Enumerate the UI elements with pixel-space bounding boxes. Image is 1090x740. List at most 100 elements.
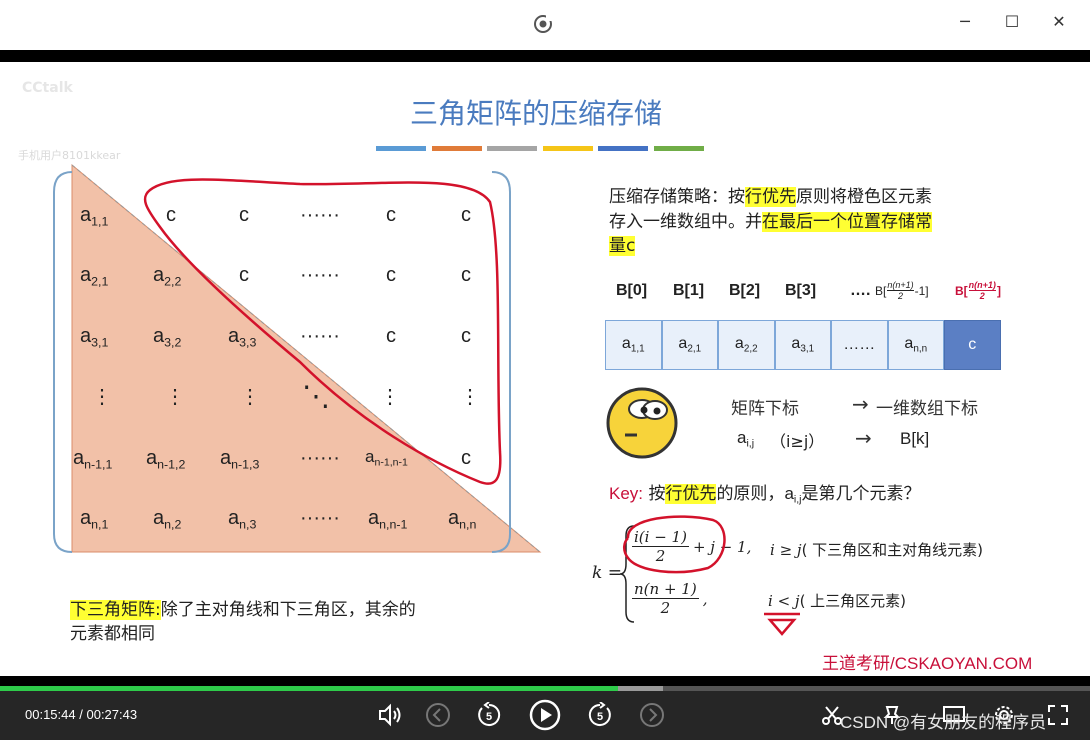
- mapping-arrow-icon: →: [852, 392, 869, 416]
- matrix-cell: c: [461, 204, 471, 226]
- play-icon: [529, 699, 561, 731]
- player-controls: 00:15:44 / 00:27:43 5 5 CSDN @有女朋友的程序员: [0, 691, 1090, 740]
- svg-text:5: 5: [597, 711, 603, 723]
- array-cell: a2,2: [718, 320, 775, 370]
- matrix-cell: an,3: [228, 507, 257, 532]
- matrix-cell: an-1,2: [146, 447, 186, 472]
- lower-triangle-note: 下三角矩阵:除了主对角线和下三角区，其余的: [70, 600, 416, 620]
- video-letterbox-bottom: [0, 676, 1090, 686]
- matrix-cell: c: [239, 264, 249, 286]
- next-button[interactable]: [638, 701, 666, 729]
- previous-button[interactable]: [424, 701, 452, 729]
- chevron-left-icon: [426, 703, 450, 727]
- array-header: B[3]: [785, 282, 817, 299]
- total-time: 00:27:43: [86, 707, 138, 722]
- array-cell: an,n: [887, 320, 944, 370]
- array-cell: a3,1: [774, 320, 831, 370]
- red-underline-mark: [764, 612, 800, 636]
- matrix-cell: ⋮: [460, 386, 480, 408]
- matrix-cell: a1,1: [80, 204, 109, 229]
- array-cell: a2,1: [661, 320, 718, 370]
- video-frame[interactable]: CCtalk 手机用户8101kkear 三角矩阵的压缩存储 a1,1 c c ···…: [0, 62, 1090, 676]
- matrix-cell: ······: [300, 325, 340, 347]
- matrix-cell: an-1,1: [73, 447, 113, 472]
- array-index-label: 一维数组下标: [876, 399, 978, 419]
- matrix-cell: ⋮: [165, 386, 185, 408]
- element-aij: ai,j: [737, 428, 755, 450]
- matrix-cell: ⋮: [380, 386, 400, 408]
- skip-forward-button[interactable]: 5: [586, 701, 614, 729]
- svg-text:5: 5: [486, 711, 492, 723]
- matrix-cell: c: [386, 325, 396, 347]
- csdn-watermark: CSDN @有女朋友的程序员: [840, 713, 1047, 732]
- matrix-cell: ⋱: [302, 381, 330, 413]
- matrix-cell: ······: [300, 447, 340, 469]
- array-header-last: B[ n(n+1) 2 ]: [955, 280, 1001, 301]
- speaker-icon: [379, 703, 401, 727]
- video-letterbox-top: [0, 50, 1090, 62]
- strategy-line-2: 存入一维数组中。并在最后一个位置存储常: [609, 212, 932, 232]
- window-titlebar: ─ ☐ ✕: [0, 0, 1090, 50]
- array-header: B[2]: [729, 282, 761, 299]
- matrix-cell: c: [461, 325, 471, 347]
- array-header: B[0]: [616, 282, 648, 299]
- rewind-5-icon: 5: [478, 702, 501, 726]
- fullscreen-button[interactable]: [1044, 701, 1072, 729]
- matrix-index-label: 矩阵下标: [731, 399, 799, 419]
- skip-back-button[interactable]: 5: [475, 701, 503, 729]
- matrix-cell: an-1,3: [220, 447, 260, 472]
- matrix-cell: a3,3: [228, 325, 257, 350]
- volume-button[interactable]: [376, 701, 404, 729]
- forward-5-icon: 5: [588, 702, 611, 726]
- matrix-cell: ······: [300, 507, 340, 529]
- formula-case-1-condition: i ≥ j( 下三角区和主对角线元素): [770, 541, 984, 559]
- strategy-line-1: 压缩存储策略：按行优先原则将橙色区元素: [609, 187, 932, 207]
- play-button[interactable]: [528, 698, 562, 732]
- maximize-button[interactable]: ☐: [997, 10, 1027, 32]
- formula-red-circle: [623, 515, 726, 574]
- app-logo-icon: [534, 15, 552, 33]
- matrix-cell: an,2: [153, 507, 182, 532]
- matrix-cell: ······: [300, 204, 340, 226]
- current-time: 00:15:44: [25, 707, 76, 722]
- matrix-cell: a3,2: [153, 325, 182, 350]
- time-display: 00:15:44 / 00:27:43: [25, 707, 138, 722]
- matrix-cell: a2,1: [80, 264, 109, 289]
- matrix-cell: c: [461, 447, 471, 469]
- array-cell: a1,1: [605, 320, 662, 370]
- matrix-cell: ······: [300, 264, 340, 286]
- array-target: B[k]: [900, 429, 930, 448]
- matrix-cell: a3,1: [80, 325, 109, 350]
- matrix-cell: an,n-1: [368, 507, 408, 532]
- minimize-button[interactable]: ─: [950, 10, 980, 32]
- matrix-cell: c: [166, 204, 176, 226]
- element-condition: （i≥j）: [770, 432, 825, 451]
- matrix-cell: c: [386, 204, 396, 226]
- mapping-arrow-2-icon: →: [855, 426, 872, 450]
- matrix-cell: a2,2: [153, 264, 182, 289]
- matrix-cell: ⋮: [240, 386, 260, 408]
- matrix-cell: ⋮: [92, 386, 112, 408]
- slide-footer: 王道考研/CSKAOYAN.COM: [822, 654, 1033, 673]
- array-header: B[1]: [673, 282, 705, 299]
- matrix-cell: an,n: [448, 507, 477, 532]
- matrix-cell: an-1,n-1: [365, 447, 408, 469]
- matrix-cell: c: [239, 204, 249, 226]
- array-header: ….: [850, 282, 871, 299]
- array-cell-constant: c: [944, 320, 1001, 370]
- matrix-cell: an,1: [80, 507, 109, 532]
- strategy-line-3: 量c: [609, 236, 636, 256]
- close-button[interactable]: ✕: [1044, 10, 1074, 32]
- array-cell: ……: [831, 320, 888, 370]
- array-header-second-last: B[ n(n+1) 2 -1]: [875, 280, 929, 301]
- fullscreen-icon: [1048, 705, 1068, 725]
- matrix-cell: c: [386, 264, 396, 286]
- thinking-face-icon: [606, 387, 678, 459]
- chevron-right-icon: [640, 703, 664, 727]
- lower-triangle-note-2: 元素都相同: [70, 624, 155, 644]
- formula-case-2: n(n + 1) 2 ,: [632, 580, 708, 617]
- formula-case-2-condition: i < j( 上三角区元素): [768, 592, 907, 610]
- left-bracket: [53, 171, 73, 553]
- matrix-cell: c: [461, 264, 471, 286]
- key-question: Key: 按行优先的原则，ai,j是第几个元素？: [609, 484, 921, 506]
